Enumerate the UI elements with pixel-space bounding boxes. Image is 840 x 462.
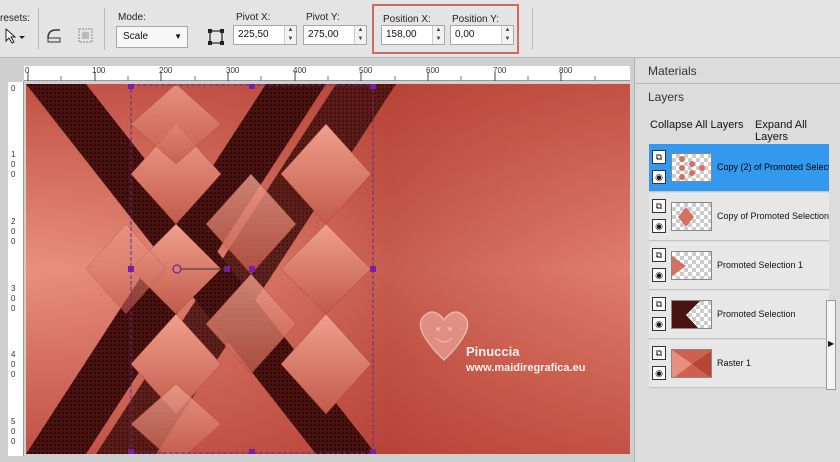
mode-label: Mode: xyxy=(118,12,146,23)
ruler-h-label: 200 xyxy=(159,66,173,75)
pivot-y-label: Pivot Y: xyxy=(306,12,340,23)
position-x-input[interactable]: 158,00 ▲ ▼ xyxy=(381,25,445,45)
layer-name: Promoted Selection xyxy=(717,309,796,319)
ruler-v-label: 0 xyxy=(11,170,16,179)
watermark-url: www.maidiregrafica.eu xyxy=(466,362,586,374)
ruler-v-label: 0 xyxy=(11,294,16,303)
layer-visibility-toggle-icon[interactable]: ⧉ xyxy=(652,199,666,213)
position-x-spin-icon[interactable]: ▲ ▼ xyxy=(432,26,444,44)
chevron-down-icon: ▼ xyxy=(174,32,182,41)
horizontal-ruler: 0 100 200 300 400 500 600 700 800 xyxy=(24,66,630,81)
vertical-ruler: 0 1 0 0 2 0 0 3 0 0 4 0 0 5 0 0 xyxy=(8,82,24,456)
position-x-value: 158,00 xyxy=(386,29,417,40)
pivot-y-value: 275,00 xyxy=(308,29,339,40)
layers-header[interactable]: Layers xyxy=(635,88,840,108)
position-y-label: Position Y: xyxy=(452,14,500,25)
eye-icon[interactable]: ◉ xyxy=(652,317,666,331)
eye-icon[interactable]: ◉ xyxy=(652,366,666,380)
edit-selection-icon[interactable] xyxy=(206,27,226,47)
ruler-h-label: 800 xyxy=(559,66,573,75)
eye-icon[interactable]: ◉ xyxy=(652,268,666,282)
right-panel: Materials Layers Collapse All Layers Exp… xyxy=(634,58,840,462)
materials-title: Materials xyxy=(648,64,697,78)
layer-name: Copy (2) of Promoted Selection xyxy=(717,162,829,172)
presets-label: resets: xyxy=(0,13,31,24)
ruler-v-label: 0 xyxy=(11,227,16,236)
position-x-label: Position X: xyxy=(383,14,431,25)
materials-header[interactable]: Materials xyxy=(635,58,840,84)
ruler-v-label: 4 xyxy=(11,350,16,359)
ruler-v-label: 0 xyxy=(11,160,16,169)
layer-name: Copy of Promoted Selection 1 xyxy=(717,211,829,221)
eye-icon[interactable]: ◉ xyxy=(652,219,666,233)
ruler-v-label: 3 xyxy=(11,284,16,293)
layer-visibility-toggle-icon[interactable]: ⧉ xyxy=(652,150,666,164)
mode-select-value: Scale xyxy=(123,31,149,42)
layer-thumbnail xyxy=(671,202,712,231)
position-y-input[interactable]: 0,00 ▲ ▼ xyxy=(450,25,514,45)
rotate-layer-icon[interactable] xyxy=(76,26,96,46)
pivot-y-input[interactable]: 275,00 ▲ ▼ xyxy=(303,25,367,45)
ruler-v-label: 0 xyxy=(11,370,16,379)
ruler-v-label: 0 xyxy=(11,437,16,446)
pivot-x-input[interactable]: 225,50 ▲ ▼ xyxy=(233,25,297,45)
ruler-h-label: 600 xyxy=(426,66,440,75)
pivot-x-spin-icon[interactable]: ▲ ▼ xyxy=(284,26,296,44)
position-y-spin-icon[interactable]: ▲ ▼ xyxy=(501,26,513,44)
ruler-h-label: 100 xyxy=(92,66,106,75)
collapse-all-button[interactable]: Collapse All Layers xyxy=(650,119,744,131)
pivot-x-value: 225,50 xyxy=(238,29,269,40)
layers-scrollbar[interactable]: ▶ xyxy=(826,300,836,390)
layer-thumbnail xyxy=(671,153,712,182)
watermark-name: Pinuccia xyxy=(466,344,520,359)
layer-name: Raster 1 xyxy=(717,358,752,368)
layer-visibility-toggle-icon[interactable]: ⧉ xyxy=(652,346,666,360)
position-y-value: 0,00 xyxy=(455,29,475,40)
tool-options-bar: resets: Mode: Scale ▼ Pivot X: 225,50 ▲ ▼… xyxy=(0,0,840,58)
layer-row-promoted-selection[interactable]: ⧉ ◉ Promoted Selection xyxy=(649,291,829,339)
presets-arrow-icon[interactable] xyxy=(4,27,25,47)
pivot-x-label: Pivot X: xyxy=(236,12,271,23)
ruler-v-label: 0 xyxy=(11,360,16,369)
layer-thumbnail xyxy=(671,251,712,280)
ruler-h-label: 300 xyxy=(226,66,240,75)
ruler-v-label: 2 xyxy=(11,217,16,226)
layer-row-promoted-selection-1[interactable]: ⧉ ◉ Promoted Selection 1 xyxy=(649,242,829,290)
pivot-y-spin-icon[interactable]: ▲ ▼ xyxy=(354,26,366,44)
mode-select[interactable]: Scale ▼ xyxy=(116,26,188,48)
eye-icon[interactable]: ◉ xyxy=(652,170,666,184)
layer-visibility-toggle-icon[interactable]: ⧉ xyxy=(652,248,666,262)
ruler-h-label: 400 xyxy=(293,66,307,75)
layer-row-copy2[interactable]: ⧉ ◉ Copy (2) of Promoted Selection xyxy=(649,144,829,192)
expand-all-button[interactable]: Expand All Layers xyxy=(755,119,840,143)
ruler-v-label: 1 xyxy=(11,150,16,159)
layer-row-copy1[interactable]: ⧉ ◉ Copy of Promoted Selection 1 xyxy=(649,193,829,241)
ruler-h-label: 500 xyxy=(359,66,373,75)
layers-title: Layers xyxy=(648,90,685,104)
ruler-v-label: 0 xyxy=(11,304,16,313)
ruler-v-label: 0 xyxy=(11,237,16,246)
image-canvas[interactable]: Pinuccia www.maidiregrafica.eu xyxy=(26,84,630,454)
layer-name: Promoted Selection 1 xyxy=(717,260,804,270)
layer-visibility-toggle-icon[interactable]: ⧉ xyxy=(652,297,666,311)
ruler-h-label: 700 xyxy=(493,66,507,75)
layer-thumbnail xyxy=(671,300,712,329)
layer-thumbnail xyxy=(671,349,712,378)
reset-rectangle-icon[interactable] xyxy=(44,26,64,46)
ruler-v-label: 0 xyxy=(11,427,16,436)
ruler-h-label: 0 xyxy=(25,66,30,75)
layer-row-raster-1[interactable]: ⧉ ◉ Raster 1 xyxy=(649,340,829,388)
scroll-arrow-icon[interactable]: ▶ xyxy=(828,339,834,348)
ruler-v-label: 5 xyxy=(11,417,16,426)
ruler-v-label: 0 xyxy=(11,84,16,93)
